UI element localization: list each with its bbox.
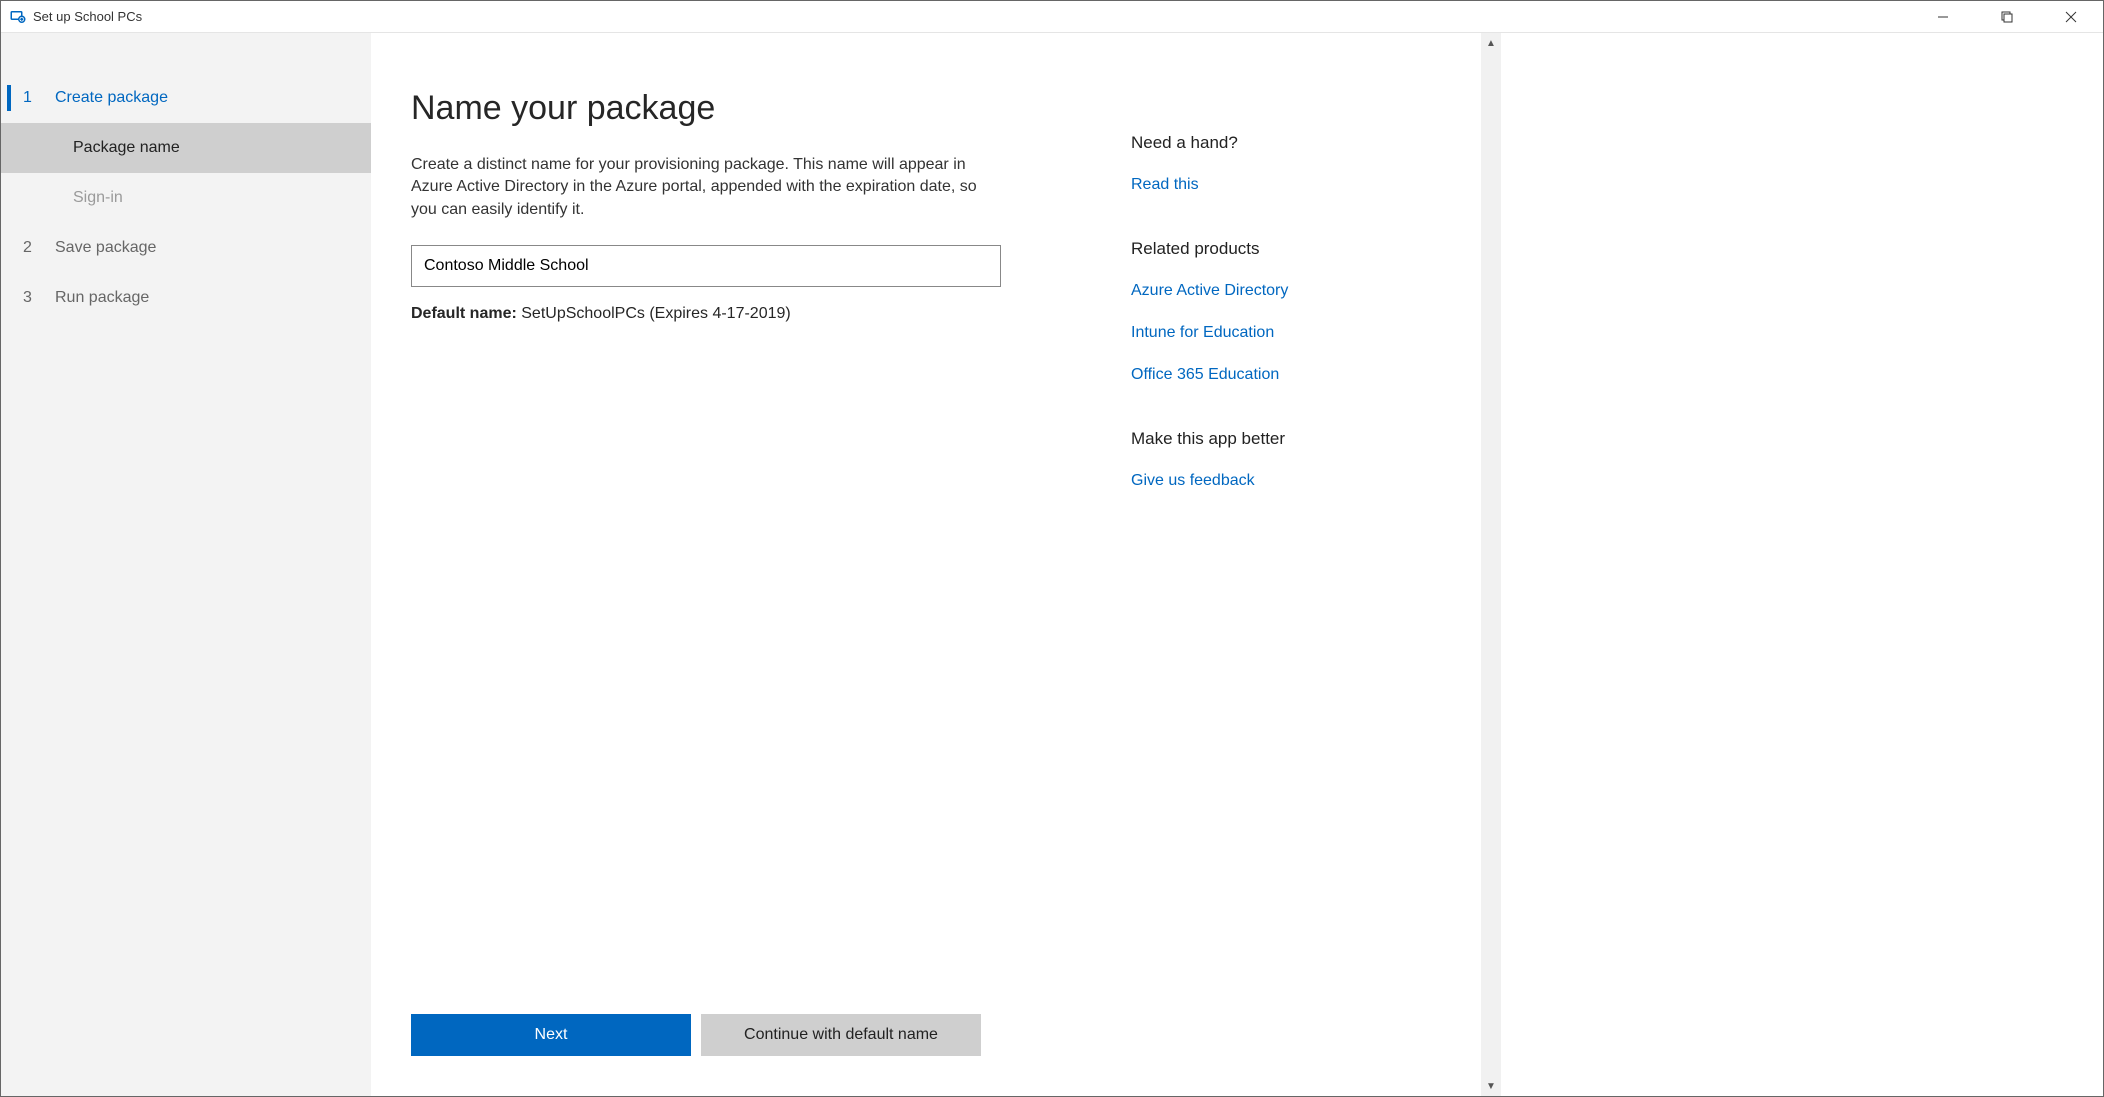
step-label: Save package — [55, 239, 156, 257]
sidebar-sub-sign-in[interactable]: Sign-in — [1, 173, 371, 223]
continue-default-button[interactable]: Continue with default name — [701, 1014, 981, 1056]
help-link[interactable]: Read this — [1131, 169, 1451, 201]
titlebar-left: Set up School PCs — [9, 8, 142, 26]
sidebar: 1 Create package Package name Sign-in 2 … — [1, 33, 371, 1096]
next-button[interactable]: Next — [411, 1014, 691, 1056]
step-number: 3 — [23, 289, 55, 307]
page-title: Name your package — [411, 89, 1061, 128]
related-link-office[interactable]: Office 365 Education — [1131, 359, 1451, 391]
default-name-label: Default name: — [411, 305, 517, 322]
related-heading: Related products — [1131, 239, 1451, 259]
step-number: 1 — [23, 89, 55, 107]
window-title: Set up School PCs — [33, 9, 142, 24]
step-label: Run package — [55, 289, 149, 307]
maximize-button[interactable] — [1975, 1, 2039, 33]
app-icon — [9, 8, 27, 26]
minimize-button[interactable] — [1911, 1, 1975, 33]
step-number: 2 — [23, 239, 55, 257]
related-link-aad[interactable]: Azure Active Directory — [1131, 275, 1451, 307]
vertical-scrollbar[interactable]: ▲ ▼ — [1481, 33, 1501, 1096]
feedback-heading: Make this app better — [1131, 429, 1451, 449]
titlebar: Set up School PCs — [1, 1, 2103, 33]
sidebar-sub-package-name[interactable]: Package name — [1, 123, 371, 173]
sidebar-step-run-package[interactable]: 3 Run package — [1, 273, 371, 323]
app-body: 1 Create package Package name Sign-in 2 … — [1, 33, 2103, 1096]
related-link-intune[interactable]: Intune for Education — [1131, 317, 1451, 349]
page-description: Create a distinct name for your provisio… — [411, 154, 1001, 221]
help-heading: Need a hand? — [1131, 133, 1451, 153]
content: Name your package Create a distinct name… — [371, 33, 2103, 1096]
window-controls — [1911, 1, 2103, 32]
main: Name your package Create a distinct name… — [371, 33, 1101, 1096]
step-label: Create package — [55, 89, 168, 107]
default-name-value: SetUpSchoolPCs (Expires 4-17-2019) — [521, 305, 790, 322]
close-button[interactable] — [2039, 1, 2103, 33]
scroll-down-icon[interactable]: ▼ — [1481, 1076, 1501, 1096]
default-name-line: Default name: SetUpSchoolPCs (Expires 4-… — [411, 305, 1061, 323]
button-row: Next Continue with default name — [411, 994, 1061, 1056]
package-name-input[interactable] — [411, 245, 1001, 287]
aside: Need a hand? Read this Related products … — [1101, 33, 1481, 1096]
sidebar-step-save-package[interactable]: 2 Save package — [1, 223, 371, 273]
sidebar-step-create-package[interactable]: 1 Create package — [1, 73, 371, 123]
scroll-up-icon[interactable]: ▲ — [1481, 33, 1501, 53]
feedback-link[interactable]: Give us feedback — [1131, 465, 1451, 497]
